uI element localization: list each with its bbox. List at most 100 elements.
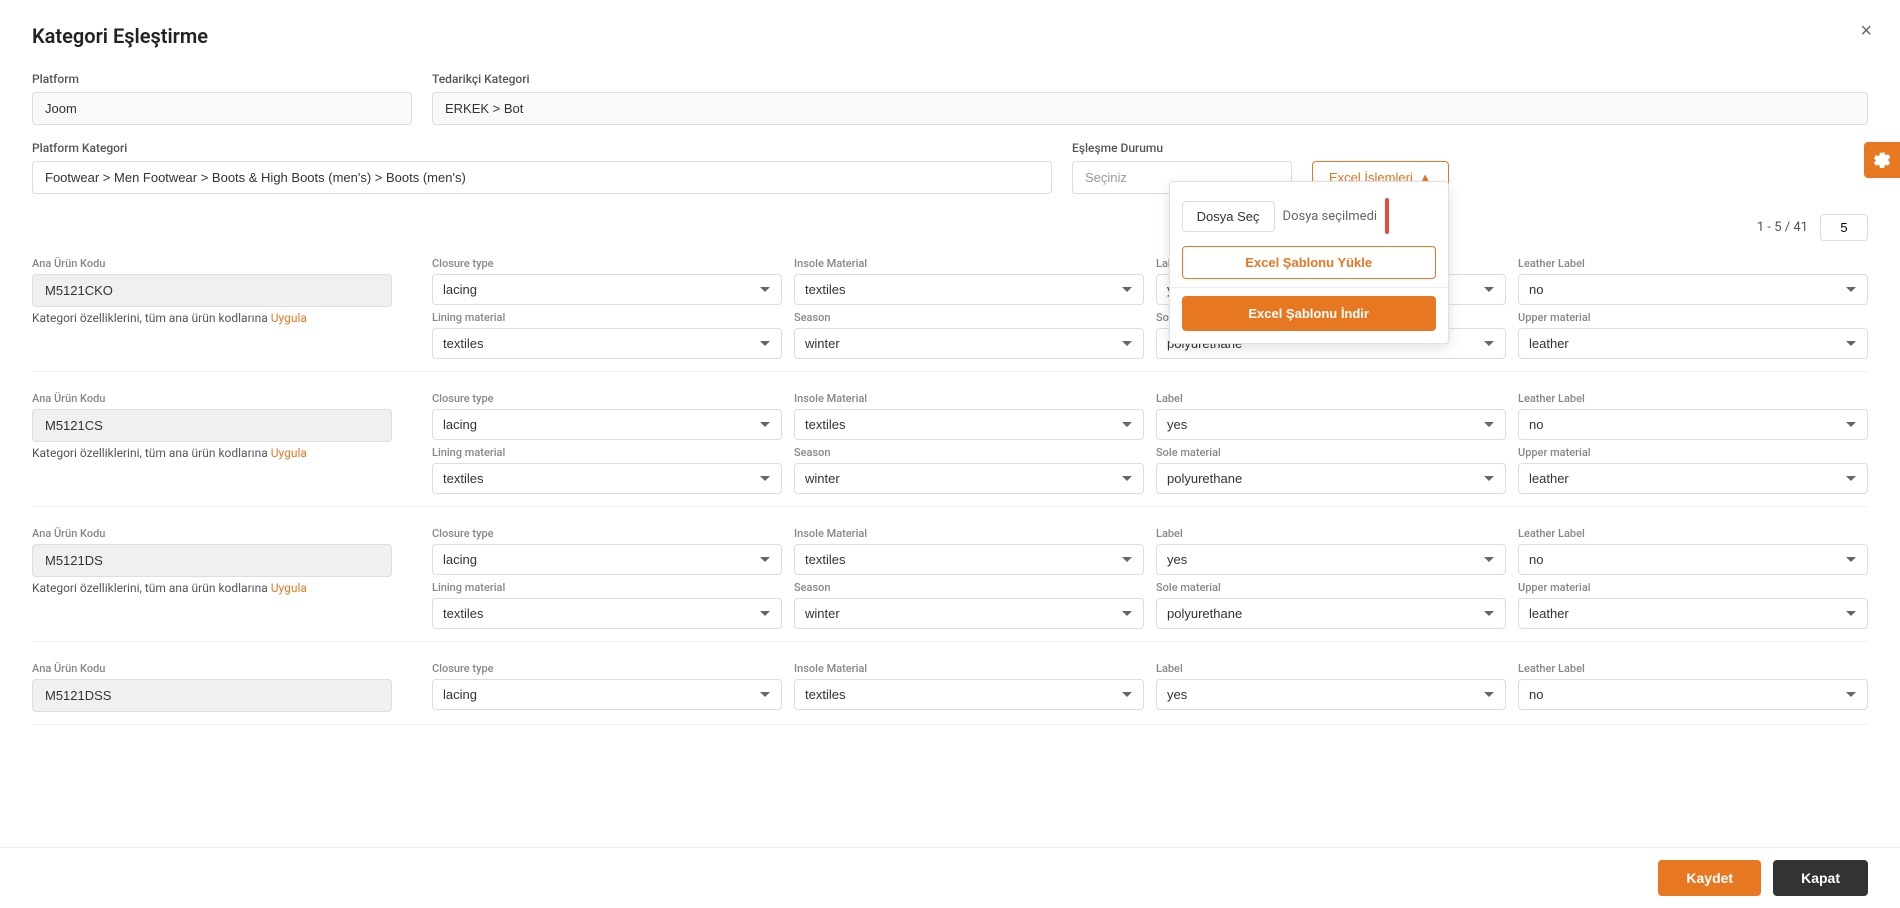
product-code-input-2[interactable] <box>32 409 392 442</box>
insole-material-label-3: Insole Material <box>794 527 1144 540</box>
dosya-sec-button[interactable]: Dosya Seç <box>1182 201 1275 232</box>
product-1-season-group: Season winter <box>794 311 1144 359</box>
apply-anchor-2[interactable]: Uygula <box>271 446 307 460</box>
upper-material-label-2: Upper material <box>1518 446 1868 459</box>
product-4-left: Ana Ürün Kodu <box>32 662 432 712</box>
lining-material-label-3: Lining material <box>432 581 782 594</box>
label-select-4[interactable]: yes <box>1156 679 1506 710</box>
leather-label-select-4[interactable]: no <box>1518 679 1868 710</box>
top-controls-row: 1 - 5 / 41 <box>32 214 1868 241</box>
product-code-input-4[interactable] <box>32 679 392 712</box>
lining-material-select-1[interactable]: textiles <box>432 328 782 359</box>
apply-link-group-2: Kategori özelliklerini, tüm ana ürün kod… <box>32 446 432 460</box>
apply-text-2: Kategori özelliklerini, tüm ana ürün kod… <box>32 446 268 460</box>
products-container: Ana Ürün Kodu Kategori özelliklerini, tü… <box>32 257 1868 725</box>
dosya-secilmedi-text: Dosya seçilmedi <box>1283 209 1378 224</box>
lining-material-select-2[interactable]: textiles <box>432 463 782 494</box>
product-4-label-group: Label yes <box>1156 662 1506 710</box>
closure-type-label-3: Closure type <box>432 527 782 540</box>
match-status-label: Eşleşme Durumu <box>1072 141 1292 155</box>
apply-text-1: Kategori özelliklerini, tüm ana ürün kod… <box>32 311 268 325</box>
upper-material-select-3[interactable]: leather <box>1518 598 1868 629</box>
season-select-3[interactable]: winter <box>794 598 1144 629</box>
closure-type-select-3[interactable]: lacing <box>432 544 782 575</box>
product-3-fields-row-1: Closure type lacing Insole Material text… <box>432 527 1868 575</box>
apply-text-3: Kategori özelliklerini, tüm ana ürün kod… <box>32 581 268 595</box>
season-label-1: Season <box>794 311 1144 324</box>
excel-sablonu-yukle-button[interactable]: Excel Şablonu Yükle <box>1182 246 1436 279</box>
footer-bar: Kaydet Kapat <box>0 847 1900 908</box>
close-footer-button[interactable]: Kapat <box>1773 860 1868 896</box>
product-1-top-row: Ana Ürün Kodu Kategori özelliklerini, tü… <box>32 257 1868 359</box>
product-code-input-1[interactable] <box>32 274 392 307</box>
apply-anchor-3[interactable]: Uygula <box>271 581 307 595</box>
closure-type-select-1[interactable]: lacing <box>432 274 782 305</box>
leather-label-select-1[interactable]: no <box>1518 274 1868 305</box>
apply-link-group-1: Kategori özelliklerini, tüm ana ürün kod… <box>32 311 432 325</box>
lining-material-label-2: Lining material <box>432 446 782 459</box>
leather-label-select-3[interactable]: no <box>1518 544 1868 575</box>
close-icon-button[interactable]: × <box>1860 20 1872 43</box>
insole-material-select-2[interactable]: textiles <box>794 409 1144 440</box>
season-select-2[interactable]: winter <box>794 463 1144 494</box>
product-3-label-group: Label yes <box>1156 527 1506 575</box>
season-label-3: Season <box>794 581 1144 594</box>
product-3-leather-label-group: Leather Label no <box>1518 527 1868 575</box>
modal-title: Kategori Eşleştirme <box>32 24 1868 48</box>
platform-category-select[interactable]: Footwear > Men Footwear > Boots & High B… <box>32 161 1052 194</box>
product-2-top-row: Ana Ürün Kodu Kategori özelliklerini, tü… <box>32 392 1868 494</box>
insole-material-select-1[interactable]: textiles <box>794 274 1144 305</box>
product-code-input-3[interactable] <box>32 544 392 577</box>
leather-label-label-2: Leather Label <box>1518 392 1868 405</box>
sole-material-select-2[interactable]: polyurethane <box>1156 463 1506 494</box>
sole-material-label-3: Sole material <box>1156 581 1506 594</box>
leather-label-select-2[interactable]: no <box>1518 409 1868 440</box>
season-select-1[interactable]: winter <box>794 328 1144 359</box>
label-label-3: Label <box>1156 527 1506 540</box>
product-1-lining-group: Lining material textiles <box>432 311 782 359</box>
closure-type-select-4[interactable]: lacing <box>432 679 782 710</box>
product-3-left: Ana Ürün Kodu Kategori özelliklerini, tü… <box>32 527 432 595</box>
sole-material-select-3[interactable]: polyurethane <box>1156 598 1506 629</box>
product-2-left: Ana Ürün Kodu Kategori özelliklerini, tü… <box>32 392 432 460</box>
insole-material-label-2: Insole Material <box>794 392 1144 405</box>
product-code-label-1: Ana Ürün Kodu <box>32 257 432 270</box>
product-1-upper-group: Upper material leather <box>1518 311 1868 359</box>
excel-dropdown: Dosya Seç Dosya seçilmedi Excel Şablonu … <box>1169 181 1449 344</box>
settings-icon-button[interactable] <box>1864 142 1900 178</box>
supplier-label: Tedarikçi Kategori <box>432 72 1868 86</box>
upper-material-select-2[interactable]: leather <box>1518 463 1868 494</box>
closure-type-label-1: Closure type <box>432 257 782 270</box>
label-label-2: Label <box>1156 392 1506 405</box>
product-3-closure-group: Closure type lacing <box>432 527 782 575</box>
product-block-2: Ana Ürün Kodu Kategori özelliklerini, tü… <box>32 392 1868 507</box>
product-1-fields-row-2: Lining material textiles Season winter S… <box>432 311 1868 359</box>
closure-type-label-4: Closure type <box>432 662 782 675</box>
category-row: Platform Kategori Footwear > Men Footwea… <box>32 141 1868 194</box>
product-4-right: Closure type lacing Insole Material text… <box>432 662 1868 710</box>
lining-material-select-3[interactable]: textiles <box>432 598 782 629</box>
insole-material-select-3[interactable]: textiles <box>794 544 1144 575</box>
product-1-leather-label-group: Leather Label no <box>1518 257 1868 305</box>
upper-material-label-3: Upper material <box>1518 581 1868 594</box>
platform-input[interactable] <box>32 92 412 125</box>
product-3-fields-row-2: Lining material textiles Season winter S… <box>432 581 1868 629</box>
gear-icon <box>1873 151 1891 169</box>
season-label-2: Season <box>794 446 1144 459</box>
label-select-3[interactable]: yes <box>1156 544 1506 575</box>
upper-material-select-1[interactable]: leather <box>1518 328 1868 359</box>
product-2-fields-row-1: Closure type lacing Insole Material text… <box>432 392 1868 440</box>
supplier-input[interactable] <box>432 92 1868 125</box>
product-code-label-2: Ana Ürün Kodu <box>32 392 432 405</box>
product-2-upper-group: Upper material leather <box>1518 446 1868 494</box>
label-select-2[interactable]: yes <box>1156 409 1506 440</box>
excel-sablonu-indir-button[interactable]: Excel Şablonu İndir <box>1182 296 1436 331</box>
page-input[interactable] <box>1820 214 1868 241</box>
insole-material-select-4[interactable]: textiles <box>794 679 1144 710</box>
modal-container: Kategori Eşleştirme × Platform Tedarikçi… <box>0 0 1900 908</box>
save-button[interactable]: Kaydet <box>1658 860 1761 896</box>
apply-anchor-1[interactable]: Uygula <box>271 311 307 325</box>
insole-material-label-1: Insole Material <box>794 257 1144 270</box>
product-block-1: Ana Ürün Kodu Kategori özelliklerini, tü… <box>32 257 1868 372</box>
closure-type-select-2[interactable]: lacing <box>432 409 782 440</box>
